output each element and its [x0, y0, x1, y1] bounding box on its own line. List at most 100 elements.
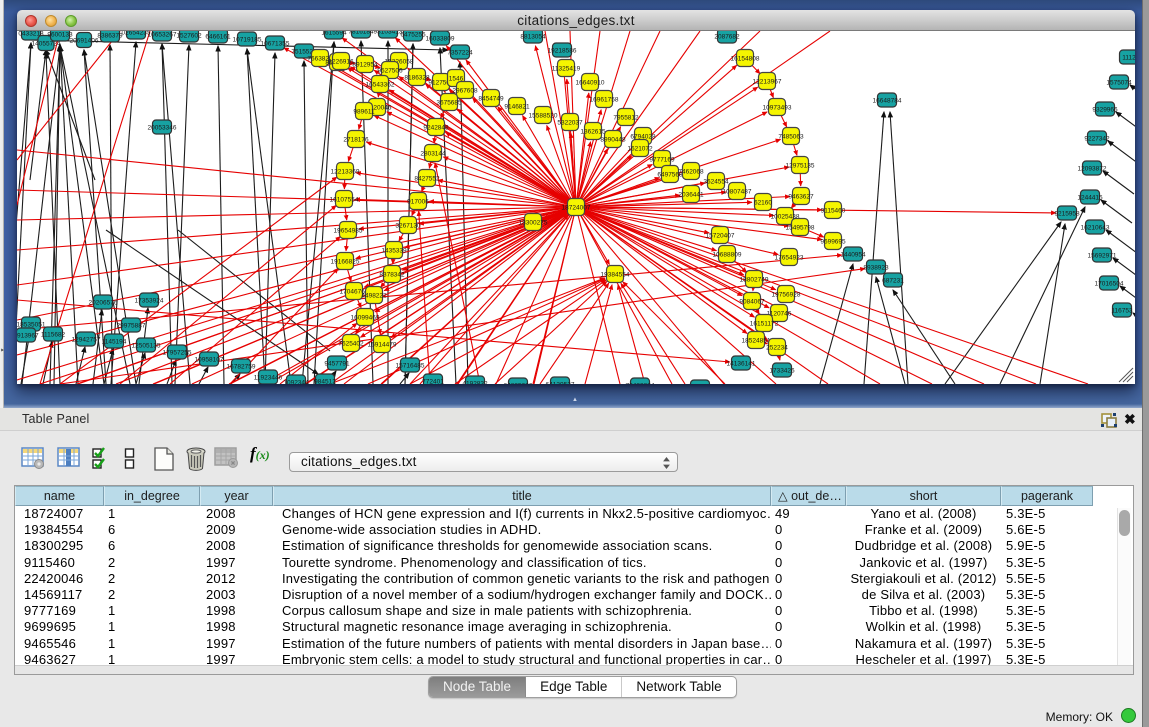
- svg-text:62160: 62160: [754, 200, 772, 207]
- svg-text:18524851: 18524851: [742, 338, 771, 345]
- svg-text:772401: 772401: [422, 379, 444, 385]
- svg-text:8990448: 8990448: [600, 137, 626, 144]
- svg-text:11923446: 11923446: [254, 375, 283, 382]
- svg-text:10807487: 10807487: [723, 189, 752, 196]
- svg-text:7816184: 7816184: [348, 31, 374, 36]
- svg-text:16648784: 16648784: [873, 98, 902, 105]
- svg-text:15720407: 15720407: [706, 233, 735, 240]
- svg-text:1244415: 1244415: [1077, 195, 1103, 202]
- svg-text:16640910: 16640910: [576, 80, 605, 87]
- svg-text:116753: 116753: [1111, 308, 1133, 315]
- svg-text:687231: 687231: [882, 278, 904, 285]
- svg-text:16033809: 16033809: [426, 36, 455, 43]
- svg-text:9115460: 9115460: [821, 208, 846, 215]
- svg-text:29975887: 29975887: [117, 323, 146, 330]
- svg-text:64139537: 64139537: [546, 382, 575, 385]
- svg-text:3624554: 3624554: [703, 179, 729, 186]
- svg-text:10958107: 10958107: [195, 357, 224, 364]
- svg-text:10653267: 10653267: [148, 32, 177, 39]
- svg-text:17957255: 17957255: [163, 350, 192, 357]
- svg-text:9215958: 9215958: [1054, 211, 1080, 218]
- svg-text:10671355: 10671355: [261, 41, 290, 48]
- svg-text:12505135: 12505135: [132, 343, 161, 350]
- svg-text:2087682: 2087682: [714, 34, 740, 41]
- svg-text:12213369: 12213369: [331, 169, 360, 176]
- svg-text:1733426: 1733426: [769, 368, 795, 375]
- svg-text:16107554: 16107554: [330, 197, 359, 204]
- svg-text:3675685: 3675685: [436, 100, 462, 107]
- svg-text:10719185: 10719185: [233, 37, 262, 44]
- svg-text:1092344: 1092344: [283, 380, 309, 385]
- svg-text:9146821: 9146821: [504, 104, 530, 111]
- svg-text:15692971: 15692971: [1088, 253, 1117, 260]
- svg-text:7625402: 7625402: [338, 341, 364, 348]
- svg-text:19384554: 19384554: [601, 272, 630, 279]
- svg-text:20053346: 20053346: [148, 125, 177, 132]
- svg-text:16914479: 16914479: [368, 342, 397, 349]
- svg-text:12213967: 12213967: [753, 79, 782, 86]
- svg-text:9457791: 9457791: [324, 361, 350, 368]
- svg-text:1145194: 1145194: [102, 339, 127, 346]
- svg-text:9777169: 9777169: [649, 157, 675, 164]
- svg-text:9227342: 9227342: [1084, 136, 1110, 143]
- svg-text:16210643: 16210643: [1081, 225, 1110, 232]
- svg-text:16154808: 16154808: [731, 56, 760, 63]
- svg-text:8813054: 8813054: [520, 34, 546, 41]
- svg-text:9084067: 9084067: [739, 299, 765, 306]
- svg-text:2803144: 2803144: [420, 151, 446, 158]
- svg-text:16782759: 16782759: [227, 364, 256, 371]
- svg-text:64835030: 64835030: [504, 383, 533, 385]
- svg-text:10973493: 10973493: [763, 105, 792, 112]
- svg-text:8912954: 8912954: [352, 62, 378, 69]
- svg-text:16961758: 16961758: [590, 97, 619, 104]
- svg-text:7462068: 7462068: [678, 169, 704, 176]
- svg-text:8938923: 8938923: [863, 265, 889, 272]
- svg-text:1527602: 1527602: [176, 33, 202, 40]
- svg-text:7955812: 7955812: [613, 115, 639, 122]
- svg-text:2718176: 2718176: [343, 137, 369, 144]
- svg-text:12975135: 12975135: [786, 163, 815, 170]
- svg-text:7485063: 7485063: [778, 134, 804, 141]
- svg-text:19218586: 19218586: [548, 48, 577, 55]
- svg-text:1226916: 1226916: [328, 59, 354, 66]
- svg-text:20206576: 20206576: [89, 300, 118, 307]
- svg-text:93103413: 93103413: [374, 31, 403, 36]
- svg-text:2967608: 2967608: [452, 88, 478, 95]
- svg-text:1621072: 1621072: [627, 146, 653, 153]
- svg-text:8427552: 8427552: [414, 176, 440, 183]
- svg-text:1112: 1112: [1122, 55, 1135, 62]
- svg-text:3267130: 3267130: [395, 223, 421, 230]
- svg-text:15588520: 15588520: [529, 113, 558, 120]
- svg-text:7357224: 7357224: [447, 50, 473, 57]
- svg-text:15495798: 15495798: [786, 225, 815, 232]
- svg-text:9527506: 9527506: [377, 68, 403, 75]
- svg-text:9463627: 9463627: [788, 194, 814, 201]
- svg-text:19654985: 19654985: [334, 228, 363, 235]
- svg-text:8454749: 8454749: [478, 96, 504, 103]
- svg-text:1115682: 1115682: [41, 332, 66, 339]
- svg-text:4498222: 4498222: [361, 293, 387, 300]
- svg-text:15716485: 15716485: [396, 363, 425, 370]
- svg-text:10688809: 10688809: [713, 252, 742, 259]
- svg-text:17353924: 17353924: [135, 298, 164, 305]
- svg-text:16099469: 16099469: [351, 315, 380, 322]
- svg-text:1435339: 1435339: [381, 248, 407, 255]
- svg-text:3913967: 3913967: [17, 333, 39, 340]
- svg-text:9329966: 9329966: [1092, 107, 1118, 114]
- svg-text:6475255: 6475255: [400, 32, 426, 39]
- svg-text:19166825: 19166825: [331, 259, 360, 266]
- svg-text:17654923: 17654923: [775, 255, 804, 262]
- svg-text:12942757: 12942757: [72, 337, 101, 344]
- svg-text:2036441: 2036441: [678, 192, 704, 199]
- svg-text:17016504: 17016504: [1095, 281, 1124, 288]
- svg-text:18300275: 18300275: [519, 220, 548, 227]
- svg-text:1362615: 1362615: [580, 129, 606, 136]
- svg-text:252234: 252234: [766, 345, 788, 352]
- svg-text:20691406: 20691406: [70, 38, 99, 45]
- svg-text:02654235: 02654235: [122, 31, 151, 37]
- svg-text:1440954: 1440954: [840, 252, 866, 259]
- svg-text:8378342: 8378342: [379, 272, 405, 279]
- svg-text:1575074: 1575074: [1106, 80, 1132, 87]
- svg-text:72423884: 72423884: [626, 383, 655, 385]
- svg-text:9242848: 9242848: [423, 125, 449, 132]
